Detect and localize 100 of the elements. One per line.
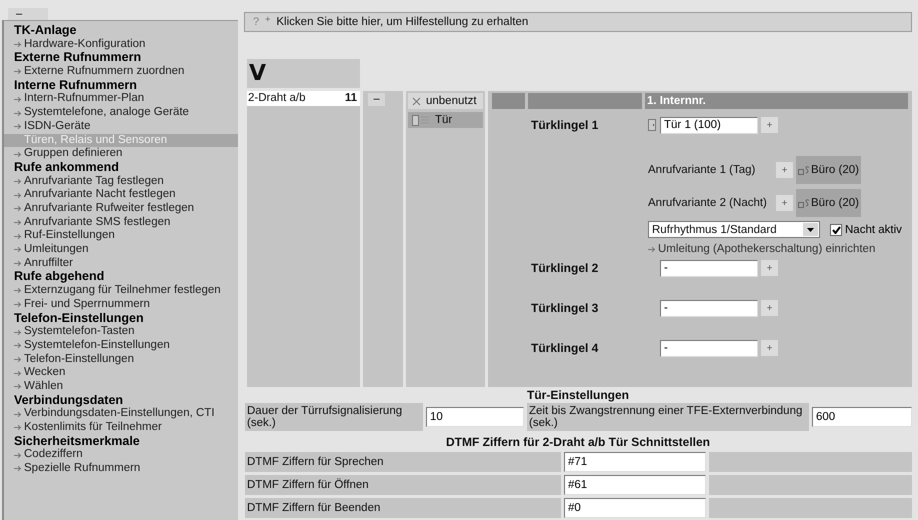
checkbox[interactable] [830,224,842,236]
arrow-icon [14,96,22,103]
setting-label: Zeit bis Zwangstrennung einer TFE-Externverbindung (sek.) [527,403,809,431]
dtmf-field[interactable]: #0 [564,498,706,518]
dtmf-label: DTMF Ziffern für Sprechen [245,452,561,472]
variant-label: Anrufvariante 1 (Tag) [648,164,756,176]
arrow-icon [14,192,22,199]
extension-field[interactable]: Tür 1 (100) [660,116,758,134]
nav-item[interactable]: Anrufvariante SMS festlegen [4,216,238,230]
caret-icon [807,228,814,232]
arrow-icon [14,452,22,459]
door-icon [648,119,657,131]
port-row[interactable]: 2-Draht a/b 11 [247,91,360,106]
dtmf-field[interactable]: #61 [564,475,706,495]
arrow-icon [14,205,22,212]
redirect-link[interactable]: Umleitung (Apothekerschaltung) einrichten [648,243,908,255]
arrow-icon [14,219,22,226]
dtmf-label: DTMF Ziffern für Beenden [245,498,561,518]
nav-item[interactable]: Externe Rufnummern zuordnen [4,65,238,79]
nav-item[interactable]: Wecken [4,366,238,380]
cross-icon [412,96,421,106]
bell-label: Türklingel 4 [531,340,600,357]
help-icon: ? [253,16,260,28]
dtmf-field[interactable]: #71 [564,452,706,472]
arrow-icon [14,356,22,363]
nav-item[interactable]: Systemtelefon-Einstellungen [4,338,238,353]
arrow-icon [648,246,656,252]
setting-label: Dauer der Türrufsignalisierung (sek.) [245,403,423,431]
nav-item[interactable]: Systemtelefon-Tasten [4,325,238,339]
usage-option[interactable]: Tür [408,112,483,128]
nav-item[interactable]: Frei- und Sperrnummern [4,298,238,312]
ring-rhythm-dropdown[interactable]: Rufrhythmus 1/Standard [648,221,820,238]
extension-field[interactable]: - [660,340,758,356]
nav-item[interactable]: Verbindungsdaten-Einstellungen, CTI [4,407,238,422]
section-heading: DTMF Ziffern für 2-Draht a/b Tür Schnittstellen [444,435,711,449]
arrow-icon [14,110,22,117]
target-chip[interactable]: Büro (20) [796,189,861,217]
extension-field[interactable]: - [660,260,758,276]
collapse-button[interactable]: – [368,93,385,106]
nav-item[interactable]: Anruffilter [4,256,238,270]
bell-label: Türklingel 1 [531,117,600,134]
arrow-icon [14,232,22,240]
arrow-icon [14,328,22,336]
section-heading: Tür-Einstellungen [526,388,630,402]
port-name: 2-Draht a/b [248,91,306,106]
arrow-icon [14,370,22,377]
nav-item[interactable]: Spezielle Rufnummern [4,462,238,476]
nav-item[interactable]: Umleitungen [4,243,238,257]
add-button[interactable]: + [761,340,778,356]
extension-field[interactable]: - [660,300,758,316]
arrow-icon [14,424,22,432]
target-chip[interactable]: Büro (20) [796,156,861,184]
usage-option[interactable]: unbenutzt [408,93,483,109]
section-title: TK-Anlage [13,24,78,38]
nav-item[interactable]: Hardware-Konfiguration [4,38,238,52]
bell-label: Türklingel 2 [531,260,600,277]
help-bar[interactable]: ? + Klicken Sie bitte hier, um Hilfestellung zu erhalten [244,12,912,32]
nav-item[interactable]: Intern-Rufnummer-Plan [4,92,238,106]
nav-item[interactable]: Codeziffern [4,448,238,462]
add-button[interactable]: + [761,117,778,133]
section-title: Verbindungsdaten [13,394,124,407]
nav-item[interactable]: Systemtelefone, analoge Geräte [4,106,238,120]
arrow-icon [14,410,22,418]
variant-label: Anrufvariante 2 (Nacht) [648,197,768,209]
port-header: V [247,59,360,88]
section-title: Rufe ankommend [13,160,120,175]
dtmf-label: DTMF Ziffern für Öffnen [245,475,561,495]
nav-item[interactable]: Telefon-Einstellungen [4,352,238,366]
arrow-icon [14,178,22,185]
nav-item[interactable]: Anrufvariante Rufweiter festlegen [4,202,238,216]
add-button[interactable]: + [776,162,793,178]
night-checkbox[interactable]: Nacht aktiv [830,224,902,236]
arrow-icon [14,287,22,294]
arrow-icon [14,260,22,268]
nav-item[interactable]: Anrufvariante Tag festlegen [4,174,238,188]
check-icon [832,226,840,234]
setting-field[interactable]: 600 [812,407,912,427]
expand-icon: + [265,14,270,24]
arrow-icon [14,123,22,130]
nav-item[interactable]: Gruppen definieren [4,147,238,161]
nav-item[interactable]: ISDN-Geräte [4,120,238,134]
arrow-icon [14,465,22,472]
nav-item[interactable]: Externzugang für Teilnehmer festlegen [4,284,238,298]
arrow-icon [14,150,22,158]
arrow-icon [14,301,22,308]
section-title: Externe Rufnummern [13,51,142,66]
setting-field[interactable]: 10 [426,407,524,427]
add-button[interactable]: + [761,300,778,316]
section-title: Sicherheitsmerkmale [13,434,141,448]
nav-item[interactable]: Wählen [4,380,238,394]
nav-item[interactable]: Anrufvariante Nacht festlegen [4,188,238,202]
add-button[interactable]: + [776,195,793,211]
help-text: Klicken Sie bitte hier, um Hilfestellung zu erhalten [276,16,528,28]
nav-item[interactable]: Kostenlimits für Teilnehmer [4,421,238,435]
arrow-icon [14,246,22,254]
add-button[interactable]: + [761,260,778,276]
section-title: Telefon-Einstellungen [13,312,145,325]
section-title: Rufe abgehend [13,270,106,284]
nav-item[interactable]: Ruf-Einstellungen [4,229,238,244]
collapse-tab[interactable]: – [8,8,48,20]
